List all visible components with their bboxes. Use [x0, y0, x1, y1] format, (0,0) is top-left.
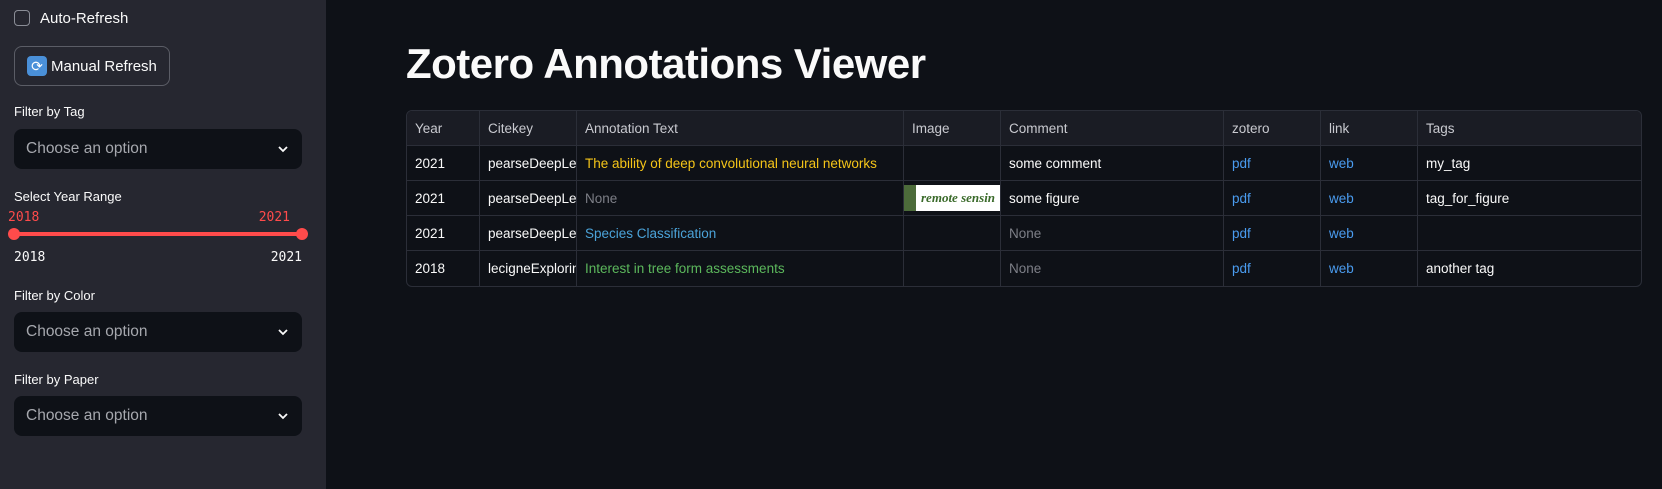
column-header-zotero[interactable]: zotero: [1224, 111, 1321, 145]
filter-color-value: Choose an option: [26, 323, 148, 340]
filter-tag-label: Filter by Tag: [14, 104, 85, 119]
year-range-label: Select Year Range: [14, 189, 122, 204]
thumbnail-caption: remote sensin: [921, 190, 996, 205]
year-range-high-handle[interactable]: [296, 228, 308, 240]
filter-tag-select[interactable]: Choose an option: [14, 129, 302, 169]
column-header-year[interactable]: Year: [407, 111, 480, 145]
table-row[interactable]: 2021 pearseDeepLea None remote sensin so…: [407, 181, 1641, 216]
annotations-table[interactable]: Year Citekey Annotation Text Image Comme…: [406, 110, 1642, 287]
refresh-icon: ⟳: [27, 56, 47, 76]
auto-refresh-label: Auto-Refresh: [40, 9, 129, 27]
cell-tags[interactable]: [1418, 216, 1641, 250]
cell-tags[interactable]: my_tag: [1418, 146, 1641, 180]
cell-image[interactable]: [904, 251, 1001, 286]
filter-paper-value: Choose an option: [26, 407, 148, 424]
leaf-icon: [904, 185, 916, 211]
table-row[interactable]: 2021 pearseDeepLea The ability of deep c…: [407, 146, 1641, 181]
cell-comment[interactable]: None: [1001, 216, 1224, 250]
column-header-tags[interactable]: Tags: [1418, 111, 1641, 145]
column-header-link[interactable]: link: [1321, 111, 1418, 145]
cell-year[interactable]: 2021: [407, 216, 480, 250]
cell-tags[interactable]: another tag: [1418, 251, 1641, 286]
year-range-low-value: 2018: [8, 210, 40, 225]
auto-refresh-checkbox[interactable]: [14, 10, 30, 26]
chevron-down-icon: [278, 146, 288, 153]
year-range-max-label: 2021: [270, 250, 302, 265]
cell-citekey[interactable]: pearseDeepLea: [480, 146, 577, 180]
year-range-high-value: 2021: [258, 210, 290, 225]
chevron-down-icon: [278, 329, 288, 336]
cell-image[interactable]: [904, 216, 1001, 250]
cell-year[interactable]: 2021: [407, 181, 480, 215]
sidebar: Auto-Refresh ⟳ Manual Refresh Filter by …: [0, 0, 326, 489]
year-range-min-label: 2018: [14, 250, 46, 265]
cell-annotation-text[interactable]: None: [577, 181, 904, 215]
cell-image[interactable]: [904, 146, 1001, 180]
cell-comment[interactable]: None: [1001, 251, 1224, 286]
manual-refresh-label: Manual Refresh: [51, 57, 157, 75]
annotation-image-thumbnail[interactable]: remote sensin: [904, 185, 1000, 211]
column-header-image[interactable]: Image: [904, 111, 1001, 145]
cell-year[interactable]: 2021: [407, 146, 480, 180]
manual-refresh-button[interactable]: ⟳ Manual Refresh: [14, 46, 170, 86]
cell-web-link[interactable]: web: [1321, 251, 1418, 286]
cell-comment[interactable]: some figure: [1001, 181, 1224, 215]
cell-year[interactable]: 2018: [407, 251, 480, 286]
cell-zotero-link[interactable]: pdf: [1224, 146, 1321, 180]
cell-annotation-text[interactable]: Species Classification: [577, 216, 904, 250]
table-header-row: Year Citekey Annotation Text Image Comme…: [407, 111, 1641, 146]
column-header-annotation-text[interactable]: Annotation Text: [577, 111, 904, 145]
year-range-low-handle[interactable]: [8, 228, 20, 240]
auto-refresh-checkbox-row[interactable]: Auto-Refresh: [14, 8, 128, 28]
cell-web-link[interactable]: web: [1321, 181, 1418, 215]
page-title: Zotero Annotations Viewer: [406, 40, 926, 87]
cell-annotation-text[interactable]: Interest in tree form assessments: [577, 251, 904, 286]
year-range-track[interactable]: [14, 232, 302, 236]
cell-image[interactable]: remote sensin: [904, 181, 1001, 215]
cell-citekey[interactable]: pearseDeepLea: [480, 181, 577, 215]
filter-color-select[interactable]: Choose an option: [14, 312, 302, 352]
cell-zotero-link[interactable]: pdf: [1224, 251, 1321, 286]
filter-paper-select[interactable]: Choose an option: [14, 396, 302, 436]
filter-color-label: Filter by Color: [14, 288, 95, 303]
cell-web-link[interactable]: web: [1321, 146, 1418, 180]
cell-tags[interactable]: tag_for_figure: [1418, 181, 1641, 215]
cell-annotation-text[interactable]: The ability of deep convolutional neural…: [577, 146, 904, 180]
cell-citekey[interactable]: pearseDeepLea: [480, 216, 577, 250]
cell-citekey[interactable]: lecigneExplorin: [480, 251, 577, 286]
chevron-down-icon: [278, 413, 288, 420]
filter-paper-label: Filter by Paper: [14, 372, 99, 387]
cell-zotero-link[interactable]: pdf: [1224, 216, 1321, 250]
table-row[interactable]: 2018 lecigneExplorin Interest in tree fo…: [407, 251, 1641, 286]
column-header-comment[interactable]: Comment: [1001, 111, 1224, 145]
table-row[interactable]: 2021 pearseDeepLea Species Classificatio…: [407, 216, 1641, 251]
column-header-citekey[interactable]: Citekey: [480, 111, 577, 145]
cell-zotero-link[interactable]: pdf: [1224, 181, 1321, 215]
cell-web-link[interactable]: web: [1321, 216, 1418, 250]
cell-comment[interactable]: some comment: [1001, 146, 1224, 180]
filter-tag-value: Choose an option: [26, 140, 148, 157]
